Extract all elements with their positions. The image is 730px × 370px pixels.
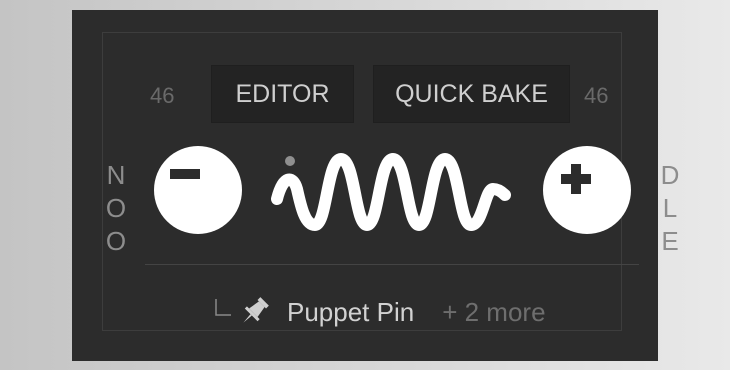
right-letter: D — [660, 160, 680, 190]
left-vertical-label: N O O — [105, 159, 127, 258]
increase-button[interactable] — [543, 146, 631, 234]
right-vertical-label: D L E — [659, 159, 681, 258]
minus-icon — [170, 169, 200, 179]
left-letter: O — [105, 193, 127, 223]
plus-icon-vertical — [571, 164, 581, 194]
right-letter: E — [661, 226, 679, 256]
more-label[interactable]: + 2 more — [442, 297, 545, 328]
pin-summary[interactable]: Puppet Pin + 2 more — [213, 290, 546, 334]
quick-bake-tab[interactable]: QUICK BAKE — [373, 65, 570, 123]
left-letter: N — [106, 160, 126, 190]
divider — [145, 264, 639, 265]
pin-label: Puppet Pin — [287, 296, 415, 327]
right-letter: L — [662, 193, 678, 223]
corner-arrow-icon — [215, 299, 231, 316]
panel-frame: 46 46 EDITOR QUICK BAKE N O O D L E Pupp… — [102, 32, 679, 334]
left-value: 46 — [150, 83, 175, 108]
decrease-button[interactable] — [154, 146, 242, 234]
wave-icon — [271, 153, 511, 231]
right-value: 46 — [584, 83, 609, 108]
editor-tab[interactable]: EDITOR — [211, 65, 354, 123]
tool-panel: 46 46 EDITOR QUICK BAKE N O O D L E Pupp… — [72, 10, 679, 361]
pin-icon — [243, 297, 269, 323]
left-letter: O — [105, 226, 127, 256]
